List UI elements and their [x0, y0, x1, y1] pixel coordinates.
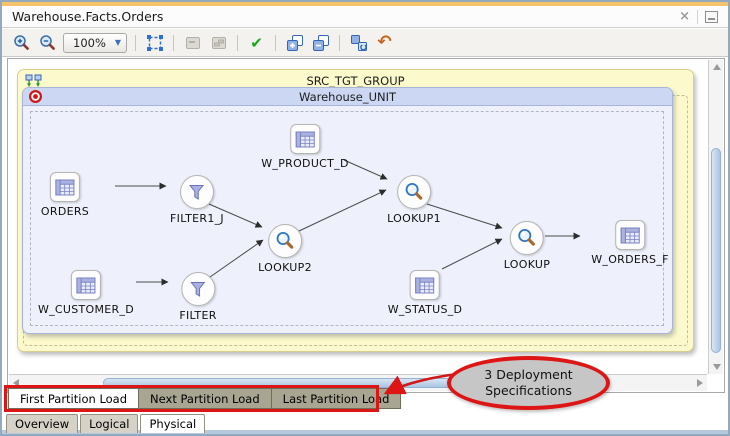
table-icon [615, 220, 645, 250]
toolbar-separator [275, 35, 276, 51]
scroll-down-icon[interactable] [713, 364, 721, 370]
node-w_product_d[interactable]: W_PRODUCT_D [261, 124, 349, 170]
chevron-down-icon: ▼ [115, 38, 121, 47]
node-label: ORDERS [41, 205, 89, 218]
node-label: W_PRODUCT_D [261, 157, 349, 170]
toolbar-separator [135, 35, 136, 51]
zoom-out-icon [39, 34, 57, 52]
vertical-scrollbar-thumb[interactable] [711, 148, 721, 353]
zoom-level-select[interactable]: 100% ▼ [63, 33, 127, 53]
collapse-all-icon [312, 34, 330, 52]
node-label: W_ORDERS_F [591, 253, 669, 266]
vertical-scrollbar[interactable] [708, 60, 723, 374]
partition-tabs: First Partition LoadNext Partition LoadL… [8, 388, 401, 409]
node-lookup1[interactable]: LOOKUP1 [387, 175, 441, 225]
view-tabs: OverviewLogicalPhysical [6, 414, 205, 433]
table-icon [290, 124, 320, 154]
toolbar: 100% ▼ ✔ [2, 29, 728, 57]
node-w_customer_d[interactable]: W_CUSTOMER_D [38, 270, 134, 316]
tab-next-partition-load[interactable]: Next Partition Load [139, 388, 272, 409]
tab-overview[interactable]: Overview [6, 414, 78, 433]
node-label: FILTER [179, 309, 216, 322]
collapse-view-button-disabled[interactable] [182, 32, 203, 53]
toolbar-separator [173, 35, 174, 51]
validate-button[interactable]: ✔ [246, 32, 267, 53]
node-label: FILTER1_J [170, 212, 224, 225]
synchronize-button[interactable] [348, 32, 369, 53]
titlebar-separator [697, 10, 698, 24]
node-label: LOOKUP [504, 258, 550, 271]
zoom-out-button[interactable] [37, 32, 58, 53]
node-label: W_STATUS_D [388, 303, 463, 316]
expand-all-icon [286, 34, 304, 52]
toolbar-separator [237, 35, 238, 51]
titlebar: Warehouse.Facts.Orders × [2, 6, 728, 28]
expand-view-button-disabled[interactable] [208, 32, 229, 53]
tab-last-partition-load[interactable]: Last Partition Load [272, 388, 402, 409]
collapse-view-icon [184, 34, 202, 52]
zoom-in-button[interactable] [11, 32, 32, 53]
scroll-left-icon[interactable] [13, 379, 19, 387]
fit-selection-icon [146, 34, 164, 52]
table-icon [50, 172, 80, 202]
scroll-right-icon[interactable] [697, 379, 703, 387]
node-label: LOOKUP1 [387, 212, 441, 225]
lookup-icon [510, 221, 544, 255]
zoom-level-value: 100% [73, 36, 106, 50]
close-icon[interactable]: × [679, 10, 690, 23]
validate-check-icon: ✔ [250, 34, 263, 52]
node-lookup[interactable]: LOOKUP [504, 221, 550, 271]
dock-icon[interactable] [705, 11, 718, 23]
node-orders[interactable]: ORDERS [41, 172, 89, 218]
lookup-icon [268, 224, 302, 258]
node-filter[interactable]: FILTER [179, 272, 216, 322]
node-label: W_CUSTOMER_D [38, 303, 134, 316]
zoom-in-icon [13, 34, 31, 52]
group-warehouse-unit-header[interactable]: Warehouse_UNIT [23, 88, 672, 106]
node-filter1_j[interactable]: FILTER1_J [170, 175, 224, 225]
node-lookup2[interactable]: LOOKUP2 [258, 224, 312, 274]
synchronize-icon [350, 34, 368, 52]
table-icon [71, 270, 101, 300]
tab-first-partition-load[interactable]: First Partition Load [8, 388, 139, 409]
tab-physical[interactable]: Physical [140, 414, 205, 433]
expand-all-button[interactable] [284, 32, 305, 53]
fit-selection-button[interactable] [144, 32, 165, 53]
scroll-up-icon[interactable] [713, 64, 721, 70]
tab-logical[interactable]: Logical [80, 414, 138, 433]
group-warehouse-unit-title: Warehouse_UNIT [23, 90, 672, 104]
annotation-line1: 3 Deployment [484, 367, 572, 383]
node-w_status_d[interactable]: W_STATUS_D [388, 270, 463, 316]
filter-icon [181, 272, 215, 306]
annotation-line2: Specifications [485, 383, 572, 399]
mapping-editor-window: Warehouse.Facts.Orders × 100% ▼ [0, 0, 730, 436]
expand-view-icon [210, 34, 228, 52]
table-icon [410, 270, 440, 300]
undo-button[interactable]: ↶ [374, 32, 395, 53]
filter-icon [180, 175, 214, 209]
node-w_orders_f[interactable]: W_ORDERS_F [591, 220, 669, 266]
collapse-all-button[interactable] [310, 32, 331, 53]
window-title: Warehouse.Facts.Orders [12, 9, 163, 24]
undo-icon: ↶ [377, 34, 391, 51]
horizontal-scrollbar-thumb[interactable] [103, 378, 455, 388]
lookup-icon [397, 175, 431, 209]
annotation-ellipse: 3 Deployment Specifications [447, 356, 610, 410]
group-src-tgt-title: SRC_TGT_GROUP [18, 74, 693, 88]
node-label: LOOKUP2 [258, 261, 312, 274]
mapping-canvas[interactable]: SRC_TGT_GROUP Warehouse_UNIT [7, 58, 725, 393]
toolbar-separator [339, 35, 340, 51]
